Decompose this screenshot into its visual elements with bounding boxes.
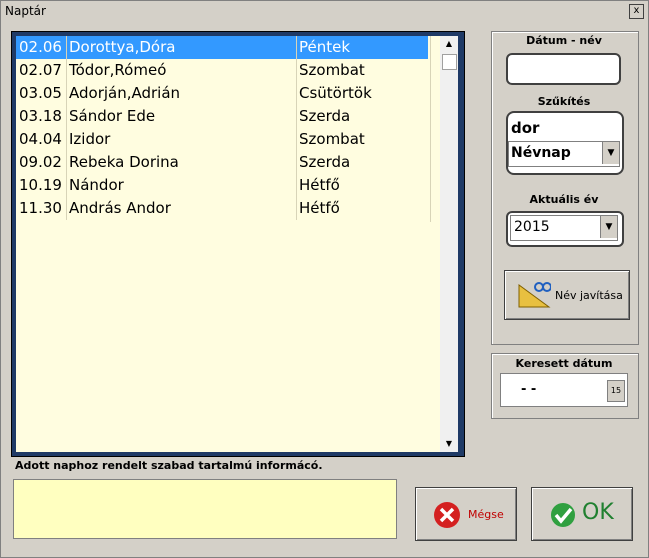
close-icon: x (633, 5, 640, 16)
row-day: Szombat (299, 61, 365, 79)
keresett-datum-input[interactable]: - - 15 (500, 373, 628, 407)
row-divider (296, 174, 297, 197)
row-date: 02.06 (19, 38, 62, 56)
row-day: Szerda (299, 153, 351, 171)
row-divider (296, 59, 297, 82)
nameday-list[interactable]: 02.06 Dorottya,Dóra Péntek 02.07 Tódor,Rómeó… (16, 36, 440, 452)
aktualis-ev-label: Aktuális év (529, 193, 599, 206)
row-day: Szerda (299, 107, 351, 125)
row-divider (296, 151, 297, 174)
szukites-type-select[interactable]: Névnap ▼ (508, 141, 620, 167)
row-date: 11.30 (19, 199, 62, 217)
row-divider (66, 197, 67, 220)
row-day: Hétfő (299, 199, 340, 217)
nameday-list-panel: 02.06 Dorottya,Dóra Péntek 02.07 Tódor,Rómeó… (11, 31, 465, 457)
list-scrollbar[interactable]: ▲ ▼ (440, 36, 458, 452)
szukites-input[interactable]: dor (511, 119, 539, 137)
calendar-icon[interactable]: 15 (607, 380, 625, 402)
row-names: Adorján,Adrián (69, 84, 181, 102)
row-divider (296, 105, 297, 128)
row-date: 03.05 (19, 84, 62, 102)
ok-icon (549, 501, 577, 529)
szukites-label: Szűkítés (537, 95, 591, 108)
row-divider (66, 82, 67, 105)
row-divider (296, 197, 297, 220)
nev-javitasa-button[interactable]: Név javítása (504, 270, 630, 320)
ok-button[interactable]: OK (531, 487, 633, 541)
row-divider (66, 151, 67, 174)
row-day: Péntek (299, 38, 351, 56)
row-date: 04.04 (19, 130, 62, 148)
row-names: Nándor (69, 176, 124, 194)
row-names: Dorottya,Dóra (69, 38, 176, 56)
list-item[interactable]: 04.04 Izidor Szombat (16, 128, 428, 151)
row-names: András Andor (69, 199, 171, 217)
nev-javitasa-label: Név javítása (555, 289, 623, 302)
szukites-type-value: Névnap (511, 145, 571, 161)
row-divider (66, 174, 67, 197)
cancel-button[interactable]: Mégse (415, 487, 517, 541)
list-item[interactable]: 10.19 Nándor Hétfő (16, 174, 428, 197)
year-select[interactable]: 2015 ▼ (510, 215, 618, 241)
scroll-down-icon[interactable]: ▼ (440, 436, 458, 452)
list-item[interactable]: 03.05 Adorján,Adrián Csütörtök (16, 82, 428, 105)
row-day: Csütörtök (299, 84, 372, 102)
scroll-thumb[interactable] (442, 54, 457, 70)
row-day: Szombat (299, 130, 365, 148)
chevron-down-icon[interactable]: ▼ (600, 216, 617, 238)
title-bar: Naptár x (1, 1, 648, 21)
list-item[interactable]: 09.02 Rebeka Dorina Szerda (16, 151, 428, 174)
list-item[interactable]: 11.30 András Andor Hétfő (16, 197, 428, 220)
cancel-label: Mégse (468, 508, 504, 521)
chevron-down-icon[interactable]: ▼ (602, 142, 619, 164)
column-divider (430, 36, 431, 222)
datum-nev-label: Dátum - név (526, 34, 602, 47)
row-divider (66, 36, 67, 59)
list-item[interactable]: 02.07 Tódor,Rómeó Szombat (16, 59, 428, 82)
list-item[interactable]: 02.06 Dorottya,Dóra Péntek (16, 36, 428, 59)
ok-label: OK (582, 500, 614, 525)
list-item[interactable]: 03.18 Sándor Ede Szerda (16, 105, 428, 128)
cancel-icon (434, 502, 460, 528)
calendar-window: Naptár x 02.06 Dorottya,Dóra Péntek 02.07 Tó… (0, 0, 649, 558)
window-title: Naptár (5, 4, 46, 18)
row-date: 03.18 (19, 107, 62, 125)
keresett-datum-label: Keresett dátum (515, 357, 613, 370)
datum-nev-input[interactable] (506, 53, 621, 85)
row-names: Rebeka Dorina (69, 153, 179, 171)
row-date: 10.19 (19, 176, 62, 194)
row-names: Tódor,Rómeó (69, 61, 167, 79)
info-label: Adott naphoz rendelt szabad tartalmú inf… (15, 459, 323, 472)
edit-tools-icon (518, 282, 551, 308)
year-value: 2015 (514, 219, 550, 235)
row-divider (66, 105, 67, 128)
row-day: Hétfő (299, 176, 340, 194)
row-divider (66, 128, 67, 151)
row-names: Izidor (69, 130, 111, 148)
close-button[interactable]: x (629, 4, 644, 19)
row-names: Sándor Ede (69, 107, 156, 125)
row-date: 02.07 (19, 61, 62, 79)
row-date: 09.02 (19, 153, 62, 171)
row-divider (296, 128, 297, 151)
scroll-up-icon[interactable]: ▲ (440, 36, 458, 52)
row-divider (296, 82, 297, 105)
row-divider (66, 59, 67, 82)
keresett-datum-value: - - (521, 382, 537, 397)
info-textarea[interactable] (13, 479, 397, 539)
row-divider (296, 36, 297, 59)
